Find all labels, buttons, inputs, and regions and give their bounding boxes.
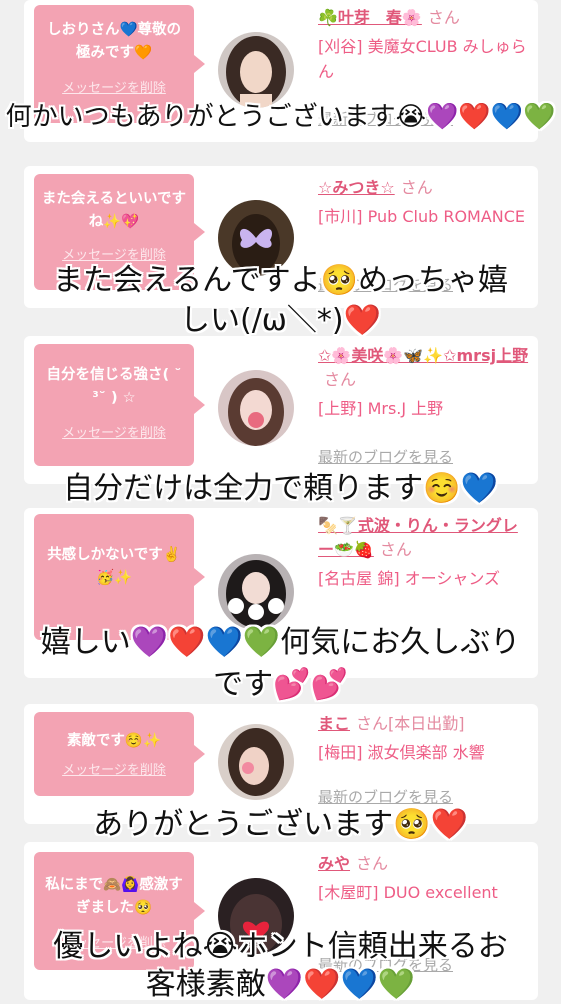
honorific: さん <box>427 8 460 27</box>
woman-portrait-icon <box>218 370 294 446</box>
cast-name[interactable]: ☘️叶芽 春🌸 <box>318 8 422 27</box>
caption-text: です💕💕 <box>213 667 348 702</box>
avatar[interactable] <box>218 370 294 446</box>
cast-name[interactable]: まこ <box>318 714 350 733</box>
cast-info: ✩🌸美咲🌸🦋✨✩mrsj上野さん [上野] Mrs.J 上野 <box>318 344 533 421</box>
shop-name: [市川] Pub Club ROMANCE <box>318 207 526 226</box>
woman-portrait-icon <box>218 724 294 800</box>
cast-info: ☘️叶芽 春🌸 さん [刈谷] 美魔女CLUB みしゅらん <box>318 6 533 84</box>
message-bubble: 素敵です☺️✨ メッセージを削除 <box>34 712 205 796</box>
message-card: 自分を信じる強さ( ˘ ³˘ ) ☆ メッセージを削除 ✩🌸美咲🌸🦋✨✩mrsj… <box>24 336 538 484</box>
caption-text: 嬉しい💜❤️💙💚何気にお久しぶり <box>40 625 521 660</box>
caption-text: 客様素敵💜❤️💙💚 <box>145 967 416 1002</box>
message-bubble: 共感しかないです✌️🥳✨ <box>34 514 205 640</box>
shop-name: [上野] Mrs.J 上野 <box>318 399 444 418</box>
caption-text: 優しいよね😭ホント信頼出来るお <box>53 929 508 964</box>
cast-info: 🍢🍸式波・りん・ラングレー🥗🍓 さん [名古屋 錦] オーシャンズ <box>318 514 533 591</box>
avatar[interactable] <box>218 724 294 800</box>
delete-message-link[interactable]: メッセージを削除 <box>40 422 188 441</box>
rin-portrait-icon <box>218 554 294 630</box>
message-text: 共感しかないです✌️🥳✨ <box>47 547 181 586</box>
cast-name[interactable]: みや <box>318 854 350 873</box>
message-text: 自分を信じる強さ( ˘ ³˘ ) ☆ <box>46 367 182 406</box>
woman-portrait-icon <box>218 32 294 108</box>
cast-info: ☆みつき☆ さん [市川] Pub Club ROMANCE <box>318 176 533 229</box>
attendance-tag: [本日出勤] <box>388 714 465 733</box>
honorific: さん <box>400 178 433 197</box>
honorific: さん <box>379 540 412 559</box>
message-text: しおりさん💙尊敬の極みです🧡 <box>46 22 182 61</box>
delete-message-link[interactable]: メッセージを削除 <box>40 77 188 96</box>
cast-name[interactable]: ✩🌸美咲🌸🦋✨✩mrsj上野 <box>318 346 528 365</box>
caption-text: また会えるんですよ🥺めっちゃ嬉 <box>53 263 508 298</box>
message-text: 私にまで🙈🙆‍♀️感激すぎました🥺 <box>45 877 183 916</box>
honorific: さん <box>324 370 357 389</box>
message-text: また会えるといいですね✨💖 <box>41 191 187 230</box>
shop-name: [木屋町] DUO excellent <box>318 883 498 902</box>
honorific: さん <box>356 854 389 873</box>
blog-link[interactable]: 最新のブログを見る <box>318 786 453 807</box>
avatar[interactable] <box>218 32 294 108</box>
cast-name[interactable]: 🍢🍸式波・りん・ラングレー🥗🍓 <box>318 516 518 559</box>
blog-link[interactable]: 最新のブログを見る <box>318 446 453 467</box>
delete-message-link[interactable]: メッセージを削除 <box>40 244 188 263</box>
caption-text: ありがとうございます🥺❤️ <box>93 807 468 842</box>
cast-info: みや さん [木屋町] DUO excellent <box>318 852 533 905</box>
shop-name: [名古屋 錦] オーシャンズ <box>318 569 501 588</box>
delete-message-link[interactable]: メッセージを削除 <box>40 759 188 778</box>
message-bubble: 自分を信じる強さ( ˘ ³˘ ) ☆ メッセージを削除 <box>34 344 205 466</box>
caption-text: 何かいつもありがとうございます😭💜❤️💙💚 <box>5 102 556 132</box>
avatar[interactable] <box>218 554 294 630</box>
shop-name: [梅田] 淑女倶楽部 水響 <box>318 743 485 762</box>
caption-text: しい(/ω＼*)❤️ <box>180 303 381 338</box>
caption-text: 自分だけは全力で頼ります☺️💙 <box>63 471 498 506</box>
cast-info: まこ さん[本日出勤] [梅田] 淑女倶楽部 水響 <box>318 712 533 765</box>
message-text: 素敵です☺️✨ <box>66 733 162 749</box>
cast-name[interactable]: ☆みつき☆ <box>318 178 395 197</box>
shop-name: [刈谷] 美魔女CLUB みしゅらん <box>318 37 527 81</box>
honorific: さん <box>356 714 389 733</box>
